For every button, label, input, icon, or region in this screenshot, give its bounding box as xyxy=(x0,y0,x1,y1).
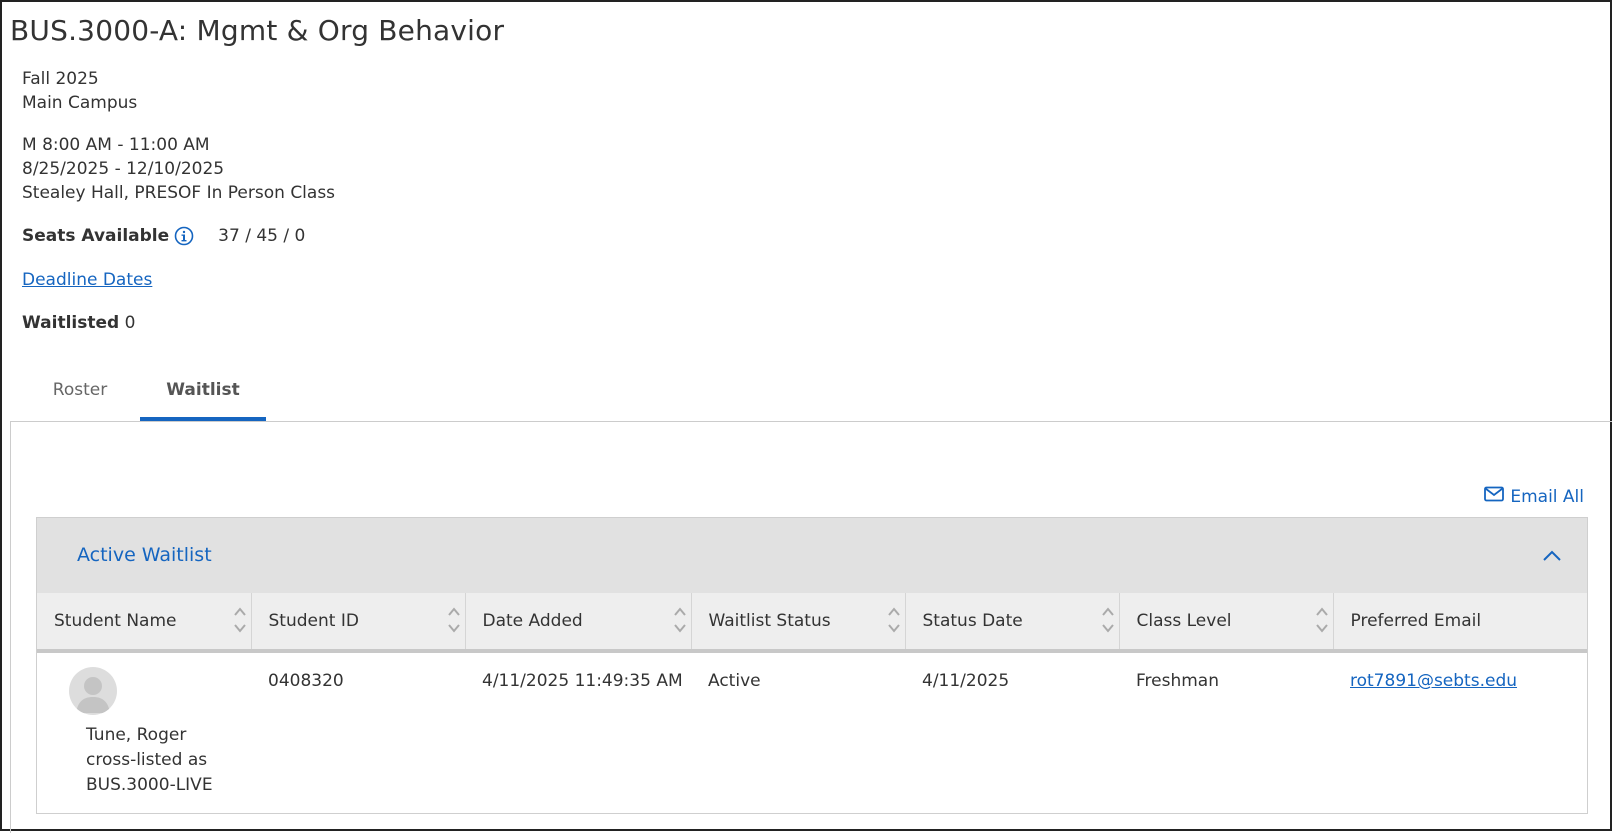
date-range-text: 8/25/2025 - 12/10/2025 xyxy=(22,159,225,179)
student-name-block: Tune, Roger cross-listed as BUS.3000-LIV… xyxy=(86,723,236,798)
column-header-class-level[interactable]: Class Level xyxy=(1119,593,1334,651)
seats-available-row: Seats Available 37 / 45 / 0 xyxy=(22,226,305,246)
sort-icon[interactable] xyxy=(1315,605,1329,635)
active-waitlist-title: Active Waitlist xyxy=(77,544,212,566)
class-level-cell: Freshman xyxy=(1136,671,1219,691)
sort-icon[interactable] xyxy=(447,605,461,635)
campus-text: Main Campus xyxy=(22,93,138,113)
preferred-email-cell: rot7891@sebts.edu xyxy=(1333,651,1587,798)
tab-divider xyxy=(10,421,1612,422)
user-avatar-icon xyxy=(69,667,117,715)
date-added-cell: 4/11/2025 11:49:35 AM xyxy=(482,671,683,691)
cross-listed-label: cross-listed as xyxy=(86,750,208,770)
email-all-button[interactable]: Email All xyxy=(1484,486,1584,507)
sort-icon[interactable] xyxy=(1101,605,1115,635)
waitlisted-label: Waitlisted xyxy=(22,313,120,333)
waitlist-status-cell: Active xyxy=(708,671,761,691)
column-header-student-id[interactable]: Student ID xyxy=(251,593,466,651)
tab-waitlist[interactable]: Waitlist xyxy=(140,368,266,422)
table-header-row: Student Name Student ID Date Added Waitl… xyxy=(37,593,1587,651)
envelope-icon xyxy=(1484,486,1510,507)
active-waitlist-card: Active Waitlist Student Name Student ID … xyxy=(36,517,1588,814)
seats-available-label: Seats Available xyxy=(22,226,170,246)
status-date-cell: 4/11/2025 xyxy=(922,671,1010,691)
column-header-status-date[interactable]: Status Date xyxy=(905,593,1120,651)
student-name-cell: Tune, Roger cross-listed as BUS.3000-LIV… xyxy=(37,651,251,798)
meeting-time-text: M 8:00 AM - 11:00 AM xyxy=(22,135,210,155)
seats-available-value: 37 / 45 / 0 xyxy=(218,226,306,246)
location-text: Stealey Hall, PRESOF In Person Class xyxy=(22,183,336,203)
sort-icon[interactable] xyxy=(233,605,247,635)
preferred-email-link[interactable]: rot7891@sebts.edu xyxy=(1350,671,1517,691)
table-row: Tune, Roger cross-listed as BUS.3000-LIV… xyxy=(37,651,1587,798)
waitlisted-count: 0 xyxy=(124,313,136,333)
column-header-waitlist-status[interactable]: Waitlist Status xyxy=(691,593,906,651)
panel-border xyxy=(10,421,11,833)
page-frame: BUS.3000-A: Mgmt & Org Behavior Fall 202… xyxy=(0,0,1612,833)
chevron-up-icon[interactable] xyxy=(1541,548,1563,564)
email-all-label: Email All xyxy=(1510,486,1584,507)
term-campus-block: Fall 2025 Main Campus xyxy=(22,67,137,115)
tab-roster[interactable]: Roster xyxy=(37,368,123,422)
waitlisted-row: Waitlisted 0 xyxy=(22,313,135,333)
column-header-date-added[interactable]: Date Added xyxy=(465,593,692,651)
waitlist-table: Student Name Student ID Date Added Waitl… xyxy=(37,593,1587,798)
student-name: Tune, Roger xyxy=(86,725,187,745)
schedule-block: M 8:00 AM - 11:00 AM 8/25/2025 - 12/10/2… xyxy=(22,133,335,205)
page-title: BUS.3000-A: Mgmt & Org Behavior xyxy=(10,14,505,47)
column-header-preferred-email: Preferred Email xyxy=(1350,611,1482,631)
term-text: Fall 2025 xyxy=(22,69,99,89)
sort-icon[interactable] xyxy=(673,605,687,635)
student-id-cell: 0408320 xyxy=(268,671,344,691)
active-waitlist-header[interactable]: Active Waitlist xyxy=(37,518,1587,593)
cross-listed-course: BUS.3000-LIVE xyxy=(86,775,213,795)
tab-bar: Roster Waitlist xyxy=(10,368,1612,422)
column-header-student-name[interactable]: Student Name xyxy=(37,593,252,651)
info-icon[interactable] xyxy=(174,226,194,246)
deadline-dates-link[interactable]: Deadline Dates xyxy=(22,270,152,290)
sort-icon[interactable] xyxy=(887,605,901,635)
